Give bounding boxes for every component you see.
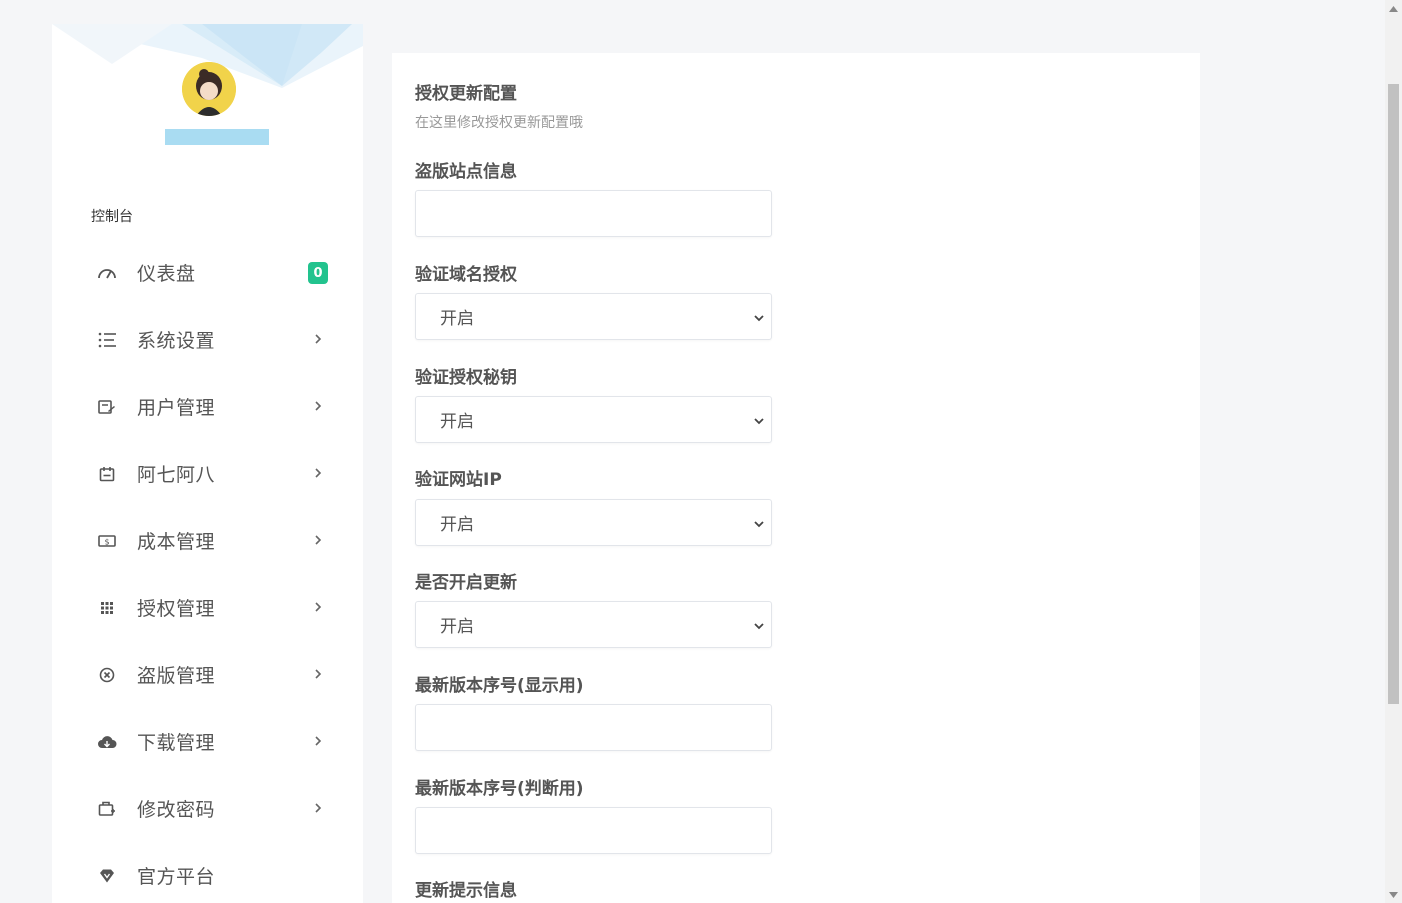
sidebar-item-user-management[interactable]: 用户管理 xyxy=(52,373,363,440)
sidebar-item-dashboard[interactable]: 仪表盘 0 xyxy=(52,239,363,306)
chevron-down-icon xyxy=(752,516,766,530)
chevron-right-icon xyxy=(311,799,325,817)
verify-domain-value: 开启 xyxy=(440,309,474,329)
cloud-download-icon xyxy=(96,731,118,753)
diamond-heart-icon xyxy=(96,865,118,887)
verify-ip-label: 验证网站IP xyxy=(415,470,502,490)
pirate-site-info-label: 盗版站点信息 xyxy=(415,162,517,182)
sidebar-item-official-platform[interactable]: 官方平台 xyxy=(52,842,363,903)
version-judge-input[interactable] xyxy=(415,807,772,854)
chevron-right-icon xyxy=(311,598,325,616)
calendar-icon xyxy=(96,463,118,485)
config-card: 授权更新配置 在这里修改授权更新配置哦 盗版站点信息 验证域名授权 开启 验证授… xyxy=(392,53,1200,903)
page-title: 授权更新配置 xyxy=(415,84,517,104)
verify-domain-label: 验证域名授权 xyxy=(415,265,517,285)
pirate-site-info-input[interactable] xyxy=(415,190,772,237)
scrollbar-thumb[interactable] xyxy=(1388,84,1399,704)
chevron-right-icon xyxy=(311,464,325,482)
sidebar-item-system-settings[interactable]: 系统设置 xyxy=(52,306,363,373)
sidebar-item-label: 官方平台 xyxy=(137,866,216,888)
circle-x-icon xyxy=(96,664,118,686)
notification-badge: 0 xyxy=(308,262,328,284)
page-subtitle: 在这里修改授权更新配置哦 xyxy=(415,115,583,131)
enable-update-label: 是否开启更新 xyxy=(415,573,517,593)
enable-update-select[interactable]: 开启 xyxy=(415,601,772,648)
sidebar-item-label: 修改密码 xyxy=(137,799,216,821)
user-name-bar xyxy=(165,129,269,145)
dashboard-gauge-icon xyxy=(96,262,118,284)
sidebar-item-piracy-management[interactable]: 盗版管理 xyxy=(52,641,363,708)
sidebar-item-label: 阿七阿八 xyxy=(137,464,216,486)
scroll-down-icon[interactable] xyxy=(1385,886,1402,903)
sidebar-item-license-management[interactable]: 授权管理 xyxy=(52,574,363,641)
svg-text:$: $ xyxy=(104,537,109,546)
briefcase-icon xyxy=(96,798,118,820)
chevron-right-icon xyxy=(311,665,325,683)
list-icon xyxy=(96,329,118,351)
chevron-down-icon xyxy=(752,413,766,427)
version-judge-label: 最新版本序号(判断用) xyxy=(415,779,584,799)
sidebar-item-cost-management[interactable]: $ 成本管理 xyxy=(52,507,363,574)
sidebar-item-label: 授权管理 xyxy=(137,598,216,620)
sidebar-item-aqi-aba[interactable]: 阿七阿八 xyxy=(52,440,363,507)
sidebar-item-label: 用户管理 xyxy=(137,397,216,419)
page-scrollbar[interactable] xyxy=(1385,0,1402,903)
chevron-right-icon xyxy=(311,330,325,348)
sidebar-item-label: 下载管理 xyxy=(137,732,216,754)
version-display-input[interactable] xyxy=(415,704,772,751)
chevron-right-icon xyxy=(311,531,325,549)
chevron-down-icon xyxy=(752,310,766,324)
enable-update-value: 开启 xyxy=(440,617,474,637)
verify-ip-value: 开启 xyxy=(440,515,474,535)
update-message-label: 更新提示信息 xyxy=(415,881,517,901)
verify-key-value: 开启 xyxy=(440,412,474,432)
sidebar-item-label: 仪表盘 xyxy=(137,263,196,285)
verify-ip-select[interactable]: 开启 xyxy=(415,499,772,546)
user-avatar[interactable] xyxy=(182,62,236,116)
avatar-image xyxy=(182,62,236,116)
version-display-label: 最新版本序号(显示用) xyxy=(415,676,584,696)
verify-key-select[interactable]: 开启 xyxy=(415,396,772,443)
chevron-down-icon xyxy=(752,618,766,632)
verify-key-label: 验证授权秘钥 xyxy=(415,368,517,388)
sidebar: 控制台 仪表盘 0 系统设置 用户管理 阿七阿八 $ 成本管理 授权管理 盗版管… xyxy=(52,24,363,903)
sidebar-item-label: 成本管理 xyxy=(137,531,216,553)
sidebar-item-label: 系统设置 xyxy=(137,330,216,352)
sidebar-item-download-management[interactable]: 下载管理 xyxy=(52,708,363,775)
chevron-right-icon xyxy=(311,732,325,750)
user-card-icon xyxy=(96,396,118,418)
sidebar-section-title: 控制台 xyxy=(91,209,133,225)
scroll-up-icon[interactable] xyxy=(1385,0,1402,17)
chevron-right-icon xyxy=(311,397,325,415)
sidebar-menu: 仪表盘 0 系统设置 用户管理 阿七阿八 $ 成本管理 授权管理 盗版管理 下载… xyxy=(52,239,363,903)
verify-domain-select[interactable]: 开启 xyxy=(415,293,772,340)
sidebar-item-change-password[interactable]: 修改密码 xyxy=(52,775,363,842)
grid-dots-icon xyxy=(96,597,118,619)
money-icon: $ xyxy=(96,530,118,552)
sidebar-item-label: 盗版管理 xyxy=(137,665,216,687)
